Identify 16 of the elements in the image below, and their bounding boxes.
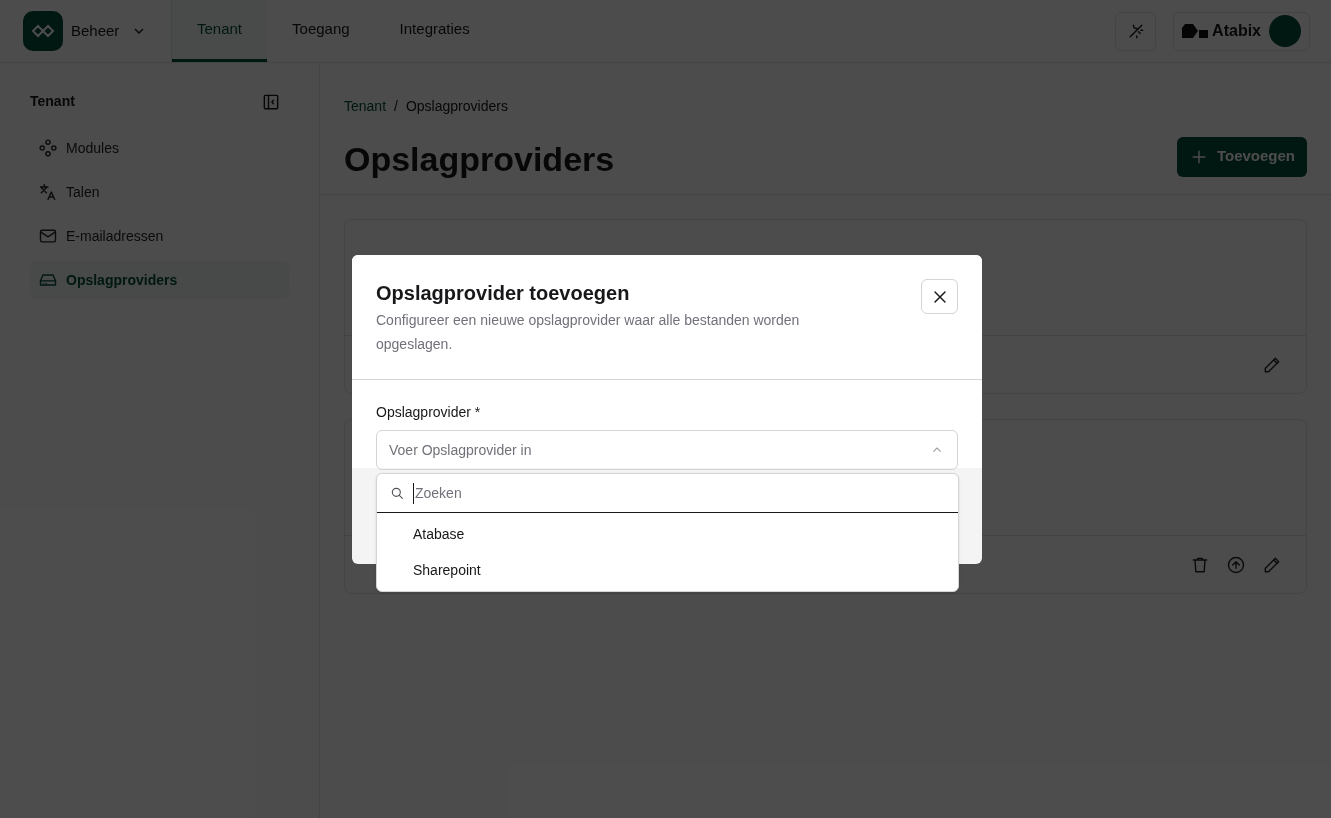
provider-select[interactable]: Voer Opslagprovider in	[376, 430, 958, 470]
search-icon	[389, 485, 405, 501]
brand-name: Atabix	[1212, 21, 1261, 41]
dropdown-option[interactable]: Sharepoint	[377, 552, 958, 588]
sidebar-title: Tenant	[30, 92, 75, 111]
modal-description: Configureer een nieuwe opslagprovider waar alle bestanden worden opgeslagen.	[376, 311, 801, 354]
breadcrumb-current: Opslagproviders	[405, 97, 508, 116]
close-button[interactable]	[921, 279, 958, 314]
page-title: Opslagproviders	[344, 139, 615, 180]
search-field[interactable]: Zoeken	[413, 482, 946, 504]
breadcrumb-separator: /	[394, 97, 398, 116]
nav-tab[interactable]: Toegang	[267, 0, 375, 62]
dropdown-option[interactable]: Atabase	[377, 516, 958, 552]
field-label: Opslagprovider *	[376, 403, 482, 422]
modal-title: Opslagprovider toevoegen	[376, 281, 631, 305]
nav-tab[interactable]: Integraties	[374, 0, 495, 62]
